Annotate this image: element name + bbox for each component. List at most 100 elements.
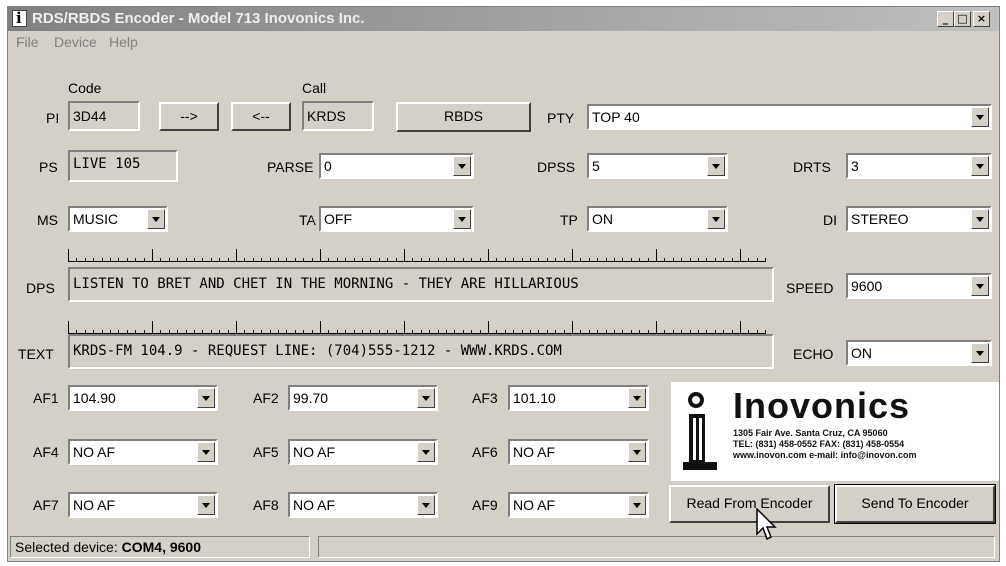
maximize-button[interactable]: □ (954, 11, 971, 27)
chevron-down-icon[interactable] (417, 388, 435, 408)
af6-label: AF6 (472, 444, 498, 460)
af5-combo[interactable]: NO AF (288, 439, 438, 465)
drts-combo[interactable]: 3 (846, 153, 992, 179)
chevron-down-icon[interactable] (197, 442, 215, 462)
ruler-tick (732, 330, 733, 333)
close-button[interactable]: × (973, 11, 990, 27)
dpss-combo[interactable]: 5 (587, 153, 728, 179)
ruler-tick (429, 258, 430, 261)
chevron-down-icon[interactable] (707, 156, 725, 176)
menu-file[interactable]: File (16, 34, 39, 50)
ruler-tick (320, 249, 321, 261)
chevron-down-icon[interactable] (453, 209, 471, 229)
chevron-down-icon[interactable] (971, 209, 989, 229)
menu-help[interactable]: Help (109, 34, 138, 50)
pi-code-field[interactable]: 3D44 (68, 101, 140, 131)
code-to-call-button[interactable]: --> (159, 102, 219, 131)
af7-label: AF7 (33, 497, 59, 513)
chevron-down-icon[interactable] (453, 156, 471, 176)
ruler-tick (404, 249, 405, 261)
chevron-down-icon[interactable] (147, 209, 165, 229)
ruler-tick (580, 330, 581, 333)
ruler-tick (480, 258, 481, 261)
chevron-down-icon[interactable] (971, 107, 989, 127)
ruler-tick (303, 330, 304, 333)
text-field[interactable]: KRDS-FM 104.9 - REQUEST LINE: (704)555-1… (68, 334, 774, 369)
af3-combo[interactable]: 101.10 (508, 385, 649, 411)
ruler-tick (732, 258, 733, 261)
ruler-tick (219, 258, 220, 261)
chevron-down-icon[interactable] (417, 442, 435, 462)
read-from-encoder-button[interactable]: Read From Encoder (669, 485, 830, 523)
af8-combo[interactable]: NO AF (288, 492, 438, 518)
minimize-button[interactable]: _ (937, 11, 954, 27)
ruler-tick (614, 330, 615, 333)
ps-field[interactable]: LIVE 105 (68, 150, 178, 182)
ruler-tick (555, 258, 556, 261)
menu-device[interactable]: Device (54, 34, 97, 50)
ruler-tick (454, 330, 455, 333)
ruler-tick (244, 330, 245, 333)
chevron-down-icon[interactable] (417, 495, 435, 515)
ruler-tick (522, 330, 523, 333)
chevron-down-icon[interactable] (628, 388, 646, 408)
pi-call-field[interactable]: KRDS (302, 101, 374, 131)
echo-combo[interactable]: ON (846, 340, 992, 366)
call-to-code-button[interactable]: <-- (231, 102, 291, 131)
ruler-tick (85, 330, 86, 333)
ruler-tick (715, 330, 716, 333)
ruler-tick (328, 258, 329, 261)
ms-combo[interactable]: MUSIC (68, 206, 168, 232)
app-icon[interactable] (12, 9, 27, 27)
send-to-encoder-button[interactable]: Send To Encoder (834, 484, 996, 524)
af2-combo[interactable]: 99.70 (288, 385, 438, 411)
ruler-tick (160, 258, 161, 261)
ta-combo[interactable]: OFF (319, 206, 474, 232)
inovonics-logo: Inovonics 1305 Fair Ave. Santa Cruz, CA … (671, 382, 999, 481)
ruler-tick (555, 330, 556, 333)
ruler-tick (295, 258, 296, 261)
chevron-down-icon[interactable] (197, 388, 215, 408)
af2-value: 99.70 (293, 390, 329, 406)
chevron-down-icon[interactable] (971, 276, 989, 296)
ruler-tick (228, 258, 229, 261)
dps-label: DPS (26, 280, 55, 296)
di-combo[interactable]: STEREO (846, 206, 992, 232)
ruler-tick (295, 330, 296, 333)
chevron-down-icon[interactable] (628, 495, 646, 515)
drts-value: 3 (851, 158, 859, 174)
af4-combo[interactable]: NO AF (68, 439, 218, 465)
tp-combo[interactable]: ON (587, 206, 728, 232)
af1-label: AF1 (33, 390, 59, 406)
af9-combo[interactable]: NO AF (508, 492, 649, 518)
af2-label: AF2 (253, 390, 279, 406)
ta-value: OFF (324, 211, 352, 227)
af1-combo[interactable]: 104.90 (68, 385, 218, 411)
chevron-down-icon[interactable] (628, 442, 646, 462)
chevron-down-icon[interactable] (197, 495, 215, 515)
ruler-tick (421, 330, 422, 333)
ruler-tick (690, 258, 691, 261)
chevron-down-icon[interactable] (707, 209, 725, 229)
ruler-tick (564, 330, 565, 333)
dps-field[interactable]: LISTEN TO BRET AND CHET IN THE MORNING -… (68, 267, 774, 302)
title-bar[interactable]: RDS/RBDS Encoder - Model 713 Inovonics I… (8, 7, 999, 31)
ruler-tick (211, 330, 212, 333)
encoder-window: RDS/RBDS Encoder - Model 713 Inovonics I… (7, 6, 1000, 562)
af7-combo[interactable]: NO AF (68, 492, 218, 518)
logo-phone: TEL: (831) 458-0552 FAX: (831) 458-0554 (733, 439, 905, 449)
chevron-down-icon[interactable] (971, 343, 989, 363)
ruler-tick (202, 258, 203, 261)
ruler-tick (328, 330, 329, 333)
ruler-tick (572, 321, 573, 333)
rbds-mode-button[interactable]: RBDS (396, 102, 531, 132)
parse-combo[interactable]: 0 (319, 153, 474, 179)
chevron-down-icon[interactable] (971, 156, 989, 176)
af6-combo[interactable]: NO AF (508, 439, 649, 465)
pty-combo[interactable]: TOP 40 (587, 104, 992, 130)
speed-combo[interactable]: 9600 (846, 273, 992, 299)
parse-value: 0 (324, 158, 332, 174)
ruler-tick (345, 330, 346, 333)
ruler-tick (135, 258, 136, 261)
echo-label: ECHO (793, 346, 834, 362)
